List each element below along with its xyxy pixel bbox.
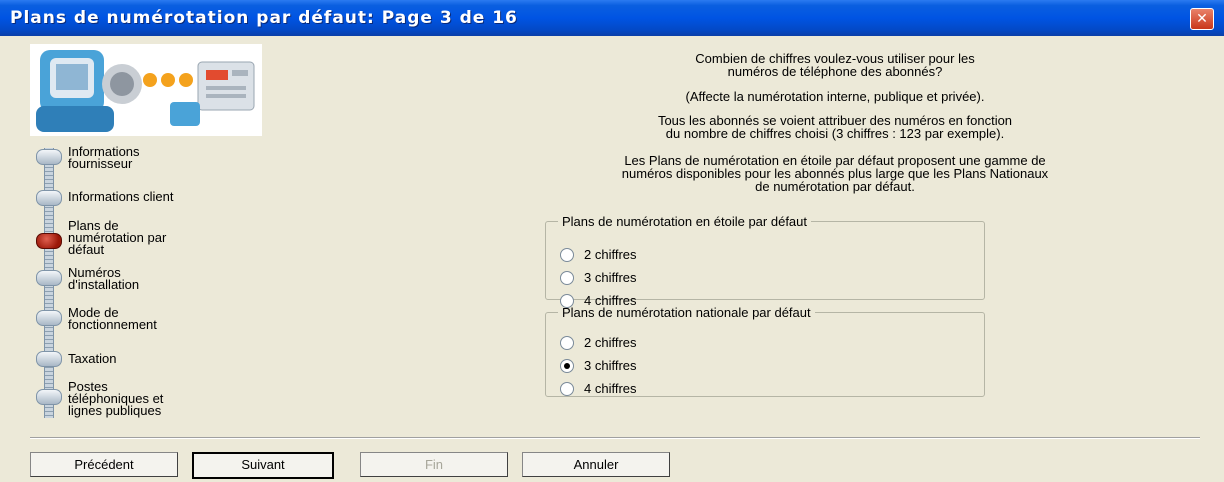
option-label: 3 chiffres (584, 358, 637, 373)
close-button[interactable]: ✕ (1190, 8, 1214, 30)
star-plan-group: Plans de numérotation en étoile par défa… (545, 214, 985, 308)
step-label: fonctionnement (68, 317, 157, 332)
national-plan-option-2[interactable]: 2 chiffres (560, 334, 637, 352)
description-line: de numérotation par défaut. (755, 179, 915, 194)
close-icon: ✕ (1196, 11, 1208, 27)
previous-button[interactable]: Précédent (30, 452, 178, 477)
radio-button[interactable] (560, 335, 574, 350)
step-label: fournisseur (68, 156, 133, 171)
step-label: défaut (68, 242, 105, 257)
step-postes-telephoniques: Postes téléphoniques et lignes publiques (68, 380, 163, 418)
radio-button[interactable] (560, 381, 574, 396)
step-node-mode (36, 310, 62, 326)
step-node-plans-active (36, 233, 62, 249)
question-text: Combien de chiffres voulez-vous utiliser… (485, 52, 1185, 78)
footer-separator (30, 437, 1200, 439)
cancel-button[interactable]: Annuler (522, 452, 670, 477)
step-label: lignes publiques (68, 403, 162, 418)
question-line: numéros de téléphone des abonnés? (727, 64, 943, 79)
radio-button-selected[interactable] (560, 358, 574, 373)
step-node-fournisseur (36, 149, 62, 165)
next-button[interactable]: Suivant (192, 452, 334, 479)
step-label: Informations client (68, 189, 174, 204)
step-node-taxation (36, 351, 62, 367)
step-numeros-installation: Numéros d'installation (68, 266, 140, 292)
step-node-client (36, 190, 62, 206)
step-node-installation (36, 270, 62, 286)
window-title: Plans de numérotation par défaut: Page 3… (10, 8, 518, 28)
step-informations-fournisseur: Informations fournisseur (68, 145, 140, 171)
step-informations-client: Informations client (68, 189, 174, 204)
affects-text: (Affecte la numérotation interne, publiq… (685, 89, 985, 104)
star-plan-description: Les Plans de numérotation en étoile par … (485, 154, 1185, 193)
option-label: 2 chiffres (584, 247, 637, 262)
national-plan-option-4[interactable]: 4 chiffres (560, 380, 637, 398)
option-label: 3 chiffres (584, 270, 637, 285)
national-plan-option-3[interactable]: 3 chiffres (560, 357, 637, 375)
national-plan-legend: Plans de numérotation nationale par défa… (562, 305, 811, 320)
step-plans-numerotation: Plans de numérotation par défaut (68, 219, 166, 257)
radio-button[interactable] (560, 247, 574, 262)
step-taxation: Taxation (68, 351, 117, 366)
wizard-window: Plans de numérotation par défaut: Page 3… (0, 0, 1224, 482)
title-bar: Plans de numérotation par défaut: Page 3… (0, 0, 1224, 36)
finish-button[interactable]: Fin (360, 452, 508, 477)
national-plan-group: Plans de numérotation nationale par défa… (545, 305, 985, 397)
star-plan-legend: Plans de numérotation en étoile par défa… (562, 214, 808, 229)
step-label: d'installation (68, 277, 140, 292)
step-mode-fonctionnement: Mode de fonctionnement (68, 306, 157, 332)
info-text: Tous les abonnés se voient attribuer des… (485, 114, 1185, 140)
info-line: du nombre de chiffres choisi (3 chiffres… (665, 126, 1005, 141)
wizard-steps: Informations fournisseur Informations cl… (32, 140, 272, 430)
radio-button[interactable] (560, 270, 574, 285)
option-label: 4 chiffres (584, 381, 637, 396)
step-node-postes (36, 389, 62, 405)
phone-wizard-graphic (30, 44, 262, 136)
step-label: Taxation (68, 351, 117, 366)
star-plan-option-2[interactable]: 2 chiffres (560, 246, 637, 264)
option-label: 2 chiffres (584, 335, 637, 350)
star-plan-option-3[interactable]: 3 chiffres (560, 269, 637, 287)
